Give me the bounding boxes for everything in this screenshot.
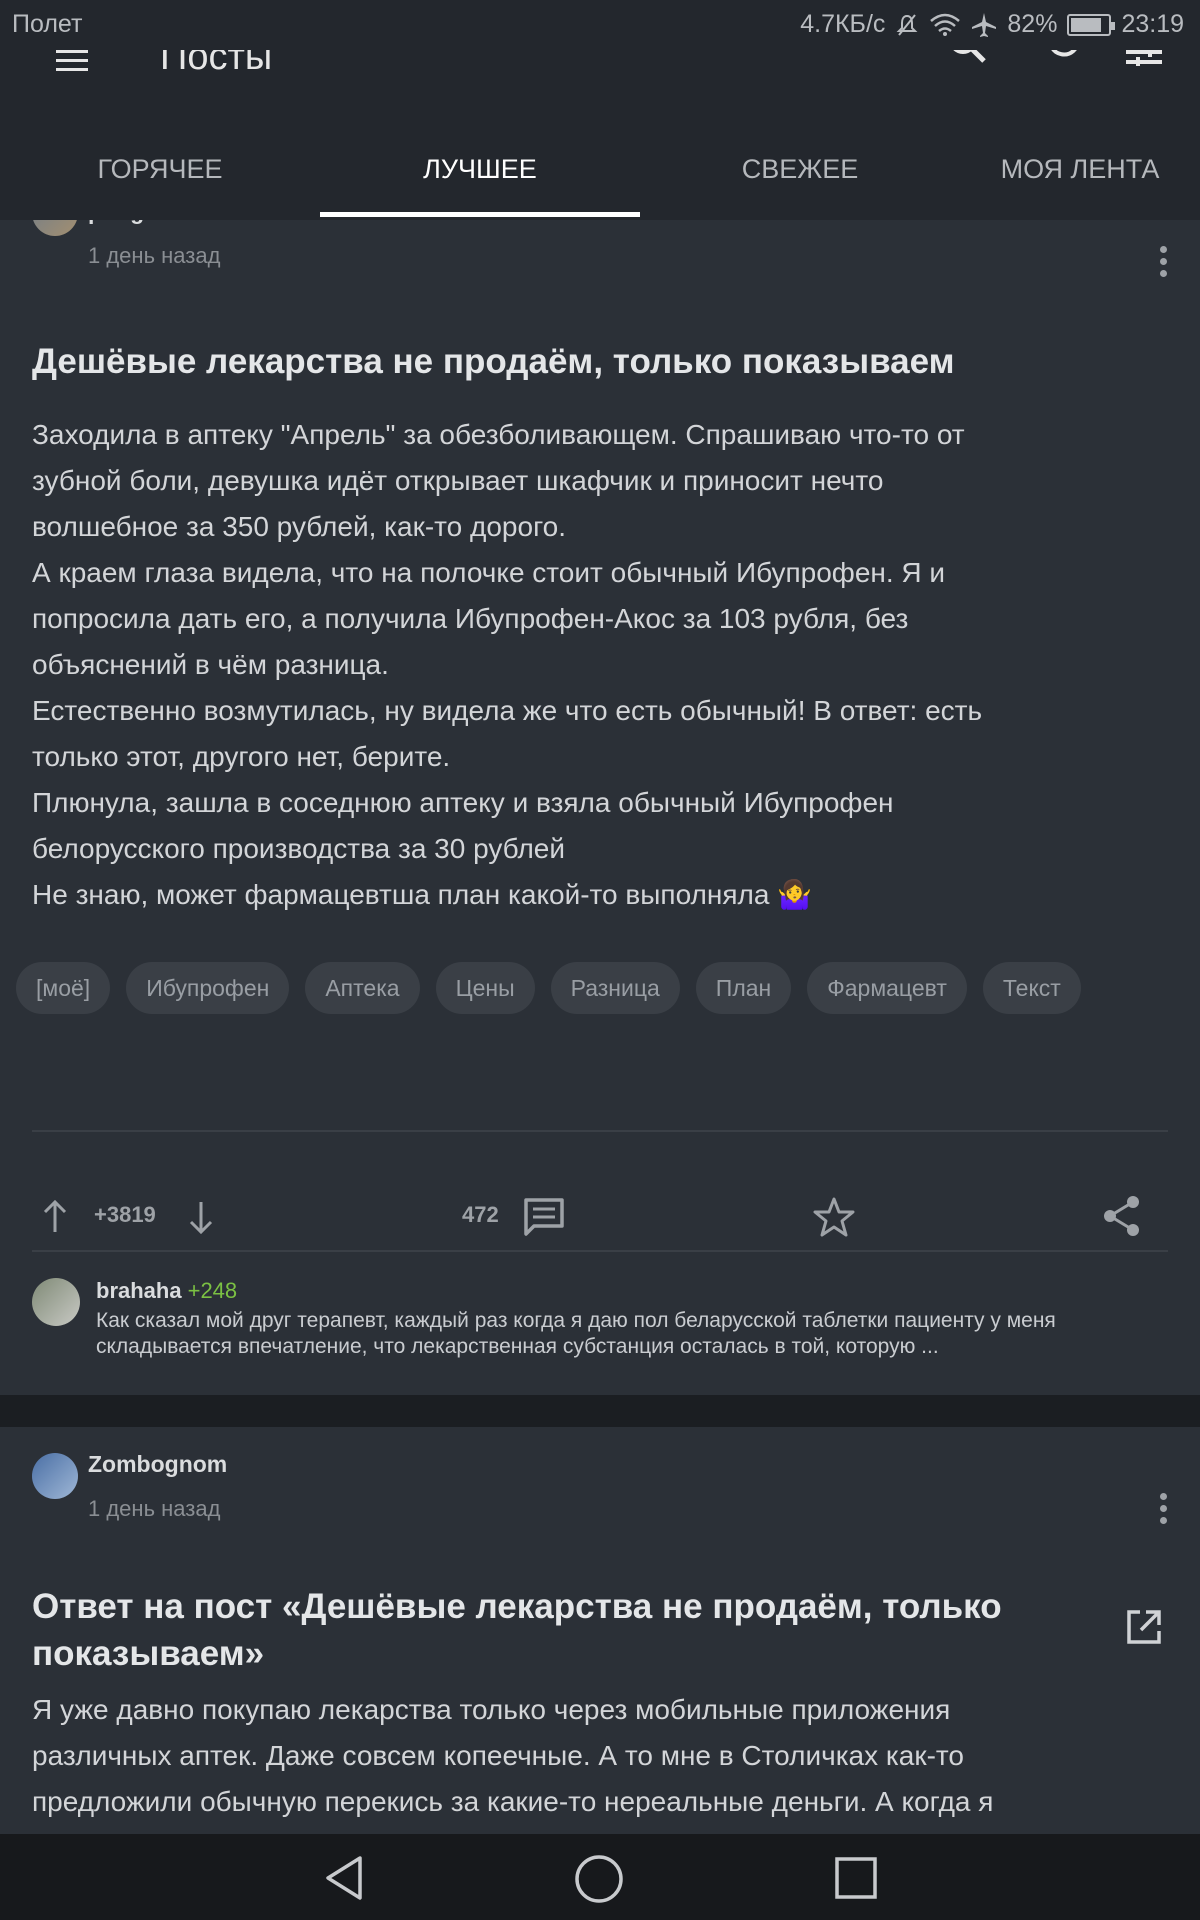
body-line: Плюнула, зашла в соседнюю аптеку и взяла… — [32, 787, 894, 818]
mute-icon — [896, 13, 918, 36]
body-line: зубной боли, девушка идёт открывает шкаф… — [32, 465, 884, 496]
status-bar: Полет 4.7КБ/с 82% 23:19 — [0, 0, 1200, 50]
airplane-icon — [972, 12, 997, 37]
body-line: предложили обычную перекись за какие-то … — [32, 1786, 994, 1817]
tag[interactable]: [моё] — [16, 962, 111, 1014]
comment-score: +248 — [187, 1278, 238, 1303]
recent-apps-icon[interactable] — [834, 1856, 878, 1900]
post-card: Zombognom 1 день назад Ответ на пост «Де… — [0, 1427, 1200, 1847]
body-line: Заходила в аптеку "Апрель" за обезболива… — [32, 419, 965, 450]
post-rating: +3819 — [94, 1202, 156, 1227]
body-line: объяснений в чём разница. — [32, 649, 389, 680]
more-options-icon[interactable] — [1160, 246, 1168, 282]
tag[interactable]: Аптека — [305, 962, 420, 1014]
post-title[interactable]: Дешёвые лекарства не продаём, только пок… — [32, 338, 1112, 385]
battery-icon — [1067, 13, 1116, 36]
avatar[interactable] — [32, 1453, 78, 1499]
menu-icon[interactable] — [56, 50, 88, 77]
body-line: А краем глаза видела, что на полочке сто… — [32, 557, 946, 588]
divider — [32, 1130, 1168, 1132]
home-icon[interactable] — [574, 1854, 624, 1904]
more-options-icon[interactable] — [1160, 1493, 1168, 1529]
tag[interactable]: Цены — [435, 962, 535, 1014]
tab-best[interactable]: ЛУЧШЕЕ — [320, 110, 640, 220]
comment-text: Как сказал мой друг терапевт, каждый раз… — [96, 1309, 1056, 1358]
tag[interactable]: Фармацевт — [807, 962, 967, 1014]
clock: 23:19 — [1121, 10, 1184, 38]
system-nav-bar — [0, 1834, 1200, 1920]
tag[interactable]: План — [695, 962, 792, 1014]
tab-my-feed[interactable]: МОЯ ЛЕНТА — [960, 110, 1200, 220]
body-line: различных аптек. Даже совсем копеечные. … — [32, 1740, 964, 1771]
tab-fresh[interactable]: СВЕЖЕЕ — [640, 110, 960, 220]
star-icon[interactable] — [812, 1196, 856, 1238]
body-line: белорусского производства за 30 рублей — [32, 833, 566, 864]
post-time: 1 день назад — [88, 1496, 221, 1521]
carrier-name: Полет — [12, 10, 83, 38]
avatar[interactable] — [32, 1278, 80, 1326]
back-icon[interactable] — [322, 1854, 366, 1902]
body-line: попросила дать его, а получила Ибупрофен… — [32, 603, 909, 634]
share-icon[interactable] — [1102, 1194, 1142, 1238]
post-actions: +3819 472 — [32, 1186, 1168, 1246]
post-time: 1 день назад — [88, 243, 221, 268]
comment-author[interactable]: brahaha — [96, 1278, 182, 1303]
tab-hot[interactable]: ГОРЯЧЕЕ — [0, 110, 320, 220]
body-line: только этот, другого нет, берите. — [32, 741, 451, 772]
network-speed: 4.7КБ/с — [800, 10, 886, 38]
author-name[interactable]: Zombognom — [88, 1451, 227, 1478]
body-line: Не знаю, может фармацевтша план какой-то… — [32, 879, 813, 910]
post-card: poogramisto 1 день назад Дешёвые лекарст… — [0, 180, 1200, 1395]
post-body: Я уже давно покупаю лекарства только чер… — [32, 1687, 1172, 1825]
post-title[interactable]: Ответ на пост «Дешёвые лекарства не прод… — [32, 1583, 1092, 1677]
tag-list: [моё] Ибупрофен Аптека Цены Разница План… — [16, 962, 1186, 1030]
post-body: Заходила в аптеку "Апрель" за обезболива… — [32, 412, 1172, 918]
battery-percent: 82% — [1007, 10, 1058, 38]
external-link-icon[interactable] — [1124, 1607, 1164, 1647]
tag[interactable]: Ибупрофен — [126, 962, 290, 1014]
post-author[interactable]: Zombognom 1 день назад — [32, 1451, 227, 1522]
tag[interactable]: Текст — [982, 962, 1081, 1014]
downvote-icon[interactable] — [188, 1200, 214, 1234]
upvote-icon[interactable] — [42, 1200, 68, 1234]
post-separator — [0, 1395, 1200, 1427]
comments-icon[interactable] — [522, 1196, 566, 1238]
divider — [32, 1250, 1168, 1252]
body-line: Естественно возмутилась, ну видела же чт… — [32, 695, 983, 726]
body-line: волшебное за 350 рублей, как-то дорого. — [32, 511, 567, 542]
comments-count[interactable]: 472 — [462, 1202, 499, 1228]
tag[interactable]: Разница — [550, 962, 680, 1014]
body-line: Я уже давно покупаю лекарства только чер… — [32, 1694, 951, 1725]
wifi-icon — [930, 13, 961, 36]
feed-tabs: ГОРЯЧЕЕ ЛУЧШЕЕ СВЕЖЕЕ МОЯ ЛЕНТА — [0, 110, 1200, 220]
